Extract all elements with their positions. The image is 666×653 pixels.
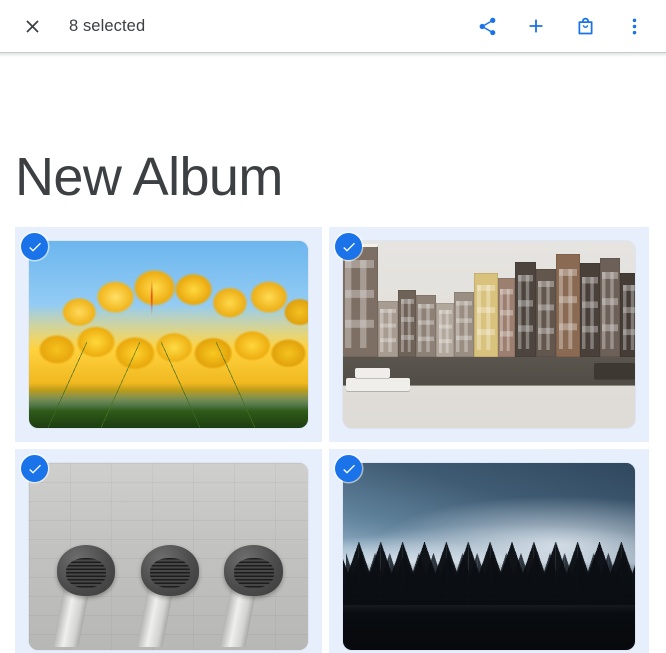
forest-image — [343, 463, 635, 650]
appbar-divider — [0, 52, 666, 53]
selection-checkbox-tulips[interactable] — [21, 233, 48, 260]
photo-tile-forest[interactable] — [329, 449, 649, 653]
photo-tile-tulips[interactable] — [15, 227, 322, 442]
photo-grid — [0, 227, 666, 653]
photo-tile-vents[interactable] — [15, 449, 322, 653]
plus-icon — [525, 15, 547, 37]
close-icon — [22, 16, 43, 37]
share-icon — [477, 16, 498, 37]
album-content: New Album — [0, 150, 666, 653]
more-options-button[interactable] — [618, 10, 650, 42]
order-photos-button[interactable] — [569, 10, 601, 42]
photo-thumbnail-forest — [343, 463, 635, 650]
share-button[interactable] — [471, 10, 503, 42]
check-icon — [27, 461, 43, 477]
more-vert-icon — [624, 16, 645, 37]
appbar-actions — [471, 10, 650, 42]
selection-checkbox-forest[interactable] — [335, 455, 362, 482]
canal-image — [343, 241, 635, 428]
photo-thumbnail-canal — [343, 241, 635, 428]
selection-checkbox-vents[interactable] — [21, 455, 48, 482]
close-selection-button[interactable] — [16, 10, 48, 42]
album-title: New Album — [15, 147, 283, 207]
check-icon — [341, 239, 357, 255]
selection-app-bar: 8 selected — [0, 0, 666, 52]
check-icon — [27, 239, 43, 255]
selection-checkbox-canal[interactable] — [335, 233, 362, 260]
shopping-bag-icon — [575, 16, 596, 37]
add-to-album-button[interactable] — [520, 10, 552, 42]
check-icon — [341, 461, 357, 477]
vents-image — [29, 463, 308, 650]
selection-count-label: 8 selected — [69, 16, 146, 35]
photo-thumbnail-tulips — [29, 241, 308, 428]
tulips-image — [29, 241, 308, 428]
photo-thumbnail-vents — [29, 463, 308, 650]
photo-tile-canal[interactable] — [329, 227, 649, 442]
